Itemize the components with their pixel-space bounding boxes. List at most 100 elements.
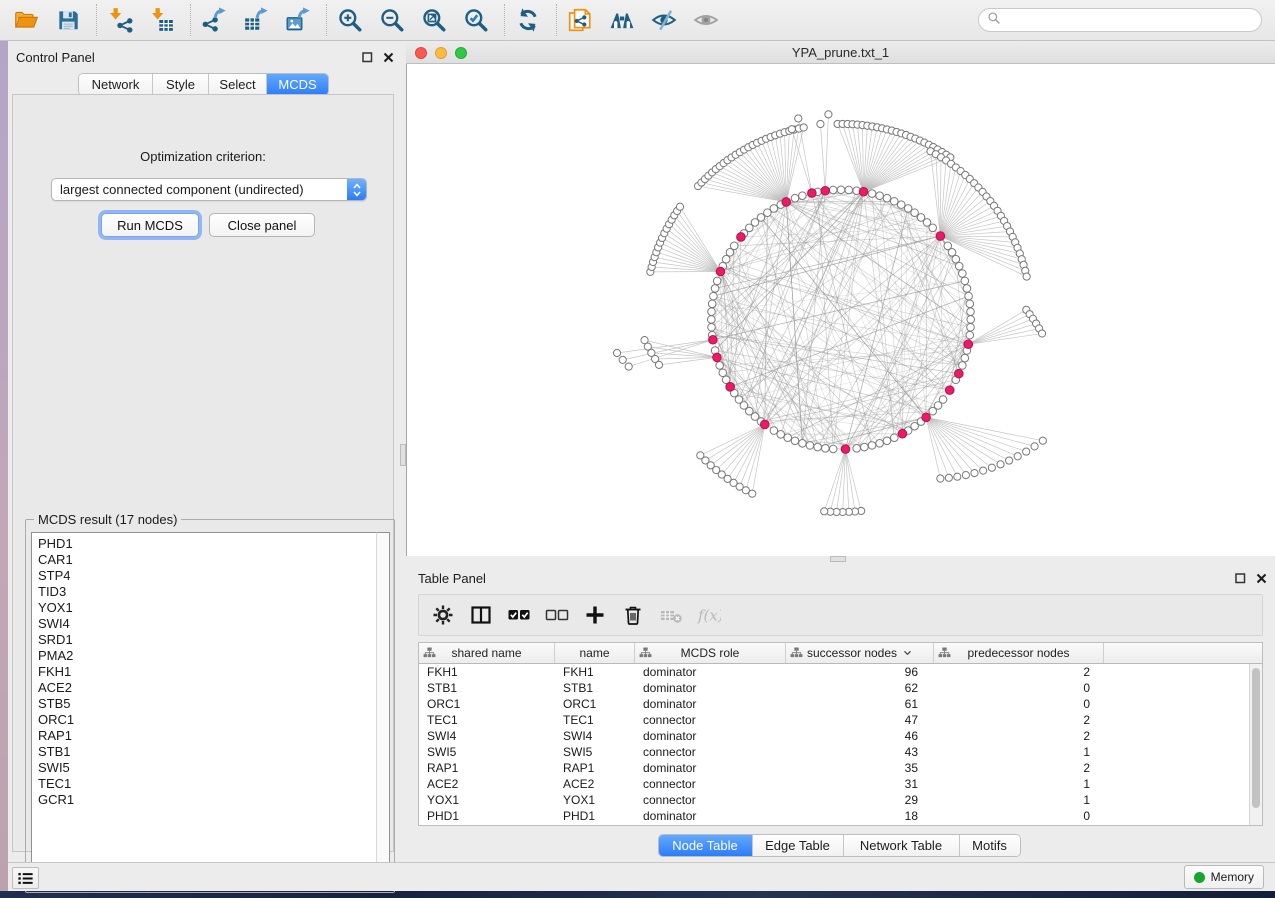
cell: 96 (786, 665, 934, 679)
cell: ORC1 (419, 697, 555, 711)
refresh-layout-icon[interactable] (514, 6, 542, 34)
select-all-icon[interactable] (505, 601, 533, 629)
zoom-out-icon[interactable] (378, 6, 406, 34)
tab-motifs[interactable]: Motifs (960, 835, 1020, 856)
mcds-result-item[interactable]: TEC1 (38, 776, 376, 792)
tab-edge-table[interactable]: Edge Table (753, 835, 844, 856)
tab-select[interactable]: Select (209, 74, 267, 95)
mcds-result-item[interactable]: PMA2 (38, 648, 376, 664)
cell: dominator (635, 665, 786, 679)
mcds-result-item[interactable]: STB5 (38, 696, 376, 712)
table-row[interactable]: ORC1ORC1dominator610 (419, 696, 1262, 712)
tab-network[interactable]: Network (79, 74, 153, 95)
mcds-result-item[interactable]: ORC1 (38, 712, 376, 728)
mcds-result-item[interactable]: SWI5 (38, 760, 376, 776)
import-network-icon[interactable] (106, 6, 134, 34)
table-scrollbar-thumb[interactable] (1252, 668, 1260, 808)
mcds-result-item[interactable]: YOX1 (38, 600, 376, 616)
gear-icon[interactable] (429, 601, 457, 629)
mcds-result-item[interactable]: TID3 (38, 584, 376, 600)
export-image-icon[interactable] (284, 6, 312, 34)
split-panel-icon[interactable] (467, 601, 495, 629)
float-table-panel-icon[interactable] (1235, 573, 1246, 584)
cell: 62 (786, 681, 934, 695)
close-table-panel-icon[interactable] (1256, 573, 1267, 584)
cytoscape-window: Control Panel NetworkStyleSelectMCDS Opt… (0, 0, 1275, 898)
first-neighbors-icon[interactable] (608, 6, 636, 34)
column-header-shared-name[interactable]: shared name (419, 643, 555, 663)
mcds-result-item[interactable]: CAR1 (38, 552, 376, 568)
mcds-result-item[interactable]: STP4 (38, 568, 376, 584)
clone-network-icon[interactable] (566, 6, 594, 34)
import-table-icon[interactable] (148, 6, 176, 34)
mcds-result-item[interactable]: RAP1 (38, 728, 376, 744)
float-control-panel-icon[interactable] (362, 52, 373, 63)
mcds-result-item[interactable]: SRD1 (38, 632, 376, 648)
mcds-result-list[interactable]: PHD1CAR1STP4TID3YOX1SWI4SRD1PMA2FKH1ACE2… (31, 532, 376, 886)
mcds-result-item[interactable]: ACE2 (38, 680, 376, 696)
zoom-selected-icon[interactable] (462, 6, 490, 34)
optimization-criterion-select[interactable]: largest connected component (undirected) (51, 178, 367, 201)
hide-selected-icon[interactable] (650, 6, 678, 34)
cell: RAP1 (419, 761, 555, 775)
mcds-result-item[interactable]: SWI4 (38, 616, 376, 632)
delete-column-icon[interactable] (619, 601, 647, 629)
column-header-successor-nodes[interactable]: successor nodes (786, 643, 934, 663)
add-column-icon[interactable] (581, 601, 609, 629)
table-row[interactable]: RAP1RAP1dominator352 (419, 760, 1262, 776)
column-header-name[interactable]: name (555, 643, 635, 663)
cell: STB1 (555, 681, 635, 695)
network-graph[interactable] (407, 64, 1274, 555)
mcds-result-item[interactable]: GCR1 (38, 792, 376, 808)
tab-mcds[interactable]: MCDS (267, 74, 328, 95)
table-row[interactable]: FKH1FKH1dominator962 (419, 664, 1262, 680)
zoom-fit-icon[interactable] (420, 6, 448, 34)
open-file-icon[interactable] (12, 6, 40, 34)
close-panel-button[interactable]: Close panel (209, 213, 315, 237)
mcds-result-item[interactable]: FKH1 (38, 664, 376, 680)
mcds-result-item[interactable]: STB1 (38, 744, 376, 760)
table-row[interactable]: PHD1PHD1dominator180 (419, 808, 1262, 824)
cell: RAP1 (555, 761, 635, 775)
save-session-icon[interactable] (54, 6, 82, 34)
cell: 0 (934, 809, 1104, 823)
table-scrollbar[interactable] (1249, 664, 1262, 825)
network-canvas[interactable] (406, 64, 1275, 556)
cell: 2 (934, 761, 1104, 775)
memory-button-label: Memory (1211, 870, 1254, 884)
tab-node-table[interactable]: Node Table (659, 835, 753, 856)
table-row[interactable]: STB1STB1dominator620 (419, 680, 1262, 696)
mcds-result-item[interactable]: PHD1 (38, 536, 376, 552)
cell: ACE2 (419, 777, 555, 791)
cell: ACE2 (555, 777, 635, 791)
column-header-MCDS-role[interactable]: MCDS role (635, 643, 786, 663)
table-row[interactable]: ACE2ACE2connector311 (419, 776, 1262, 792)
panel-menu-button[interactable] (12, 867, 39, 889)
export-network-icon[interactable] (200, 6, 228, 34)
cell: connector (635, 793, 786, 807)
zoom-in-icon[interactable] (336, 6, 364, 34)
table-toolbar: f(x) (418, 594, 1263, 636)
run-mcds-button[interactable]: Run MCDS (101, 213, 199, 237)
column-header-predecessor-nodes[interactable]: predecessor nodes (934, 643, 1104, 663)
cell: SWI4 (419, 729, 555, 743)
control-panel-tabs: NetworkStyleSelectMCDS (78, 73, 329, 96)
table-row[interactable]: SWI5SWI5connector431 (419, 744, 1262, 760)
table-row[interactable]: YOX1YOX1connector291 (419, 792, 1262, 808)
close-control-panel-icon[interactable] (383, 52, 394, 63)
mcds-result-scrollbar[interactable] (376, 532, 390, 886)
delete-table-icon (657, 601, 685, 629)
export-table-icon[interactable] (242, 6, 270, 34)
cell: connector (635, 777, 786, 791)
table-panel: Table Panel f(x) shared namenameMCDS rol… (406, 562, 1275, 862)
table-row[interactable]: TEC1TEC1connector472 (419, 712, 1262, 728)
deselect-all-icon[interactable] (543, 601, 571, 629)
tab-network-table[interactable]: Network Table (844, 835, 960, 856)
table-row[interactable]: SWI4SWI4dominator462 (419, 728, 1262, 744)
tab-style[interactable]: Style (153, 74, 209, 95)
sort-menu-icon[interactable] (903, 650, 912, 656)
memory-button[interactable]: Memory (1184, 865, 1264, 889)
search-input[interactable] (1006, 12, 1253, 28)
search-box[interactable] (978, 8, 1262, 32)
network-window-titlebar[interactable]: YPA_prune.txt_1 (406, 42, 1275, 64)
